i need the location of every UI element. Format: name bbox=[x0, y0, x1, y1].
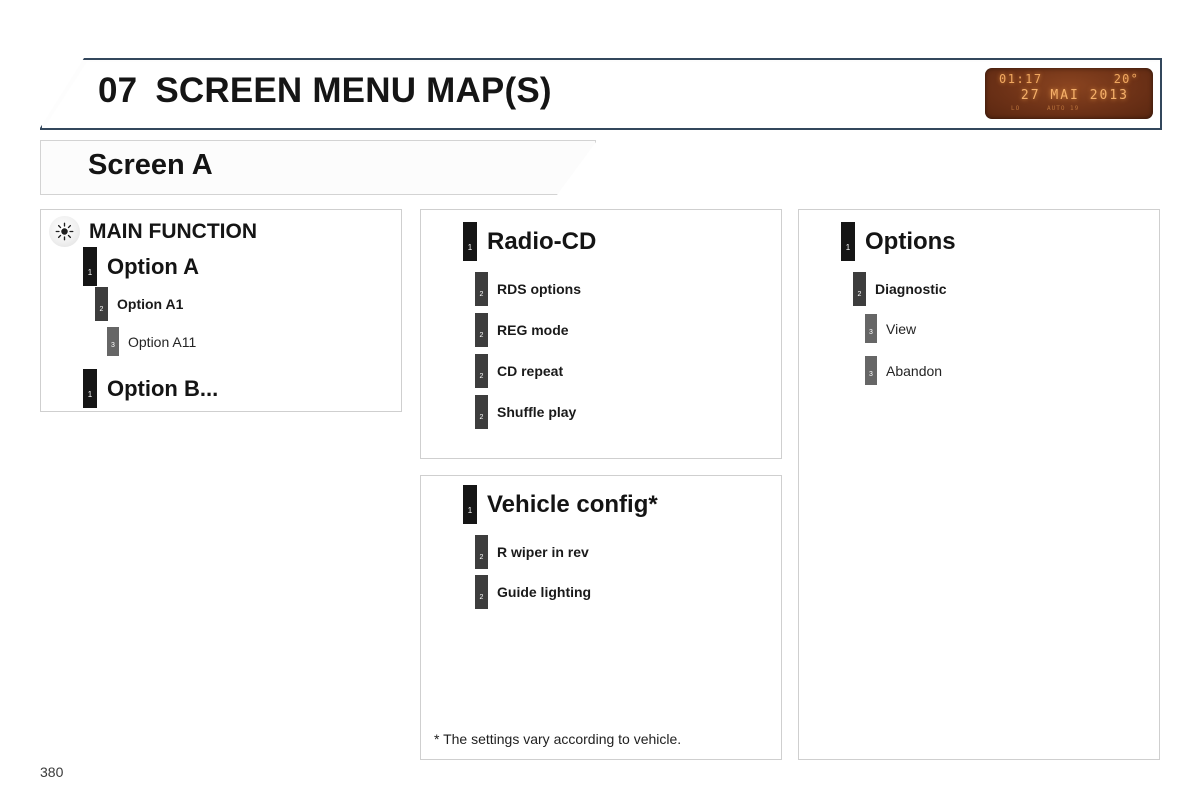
tree-row-label: REG mode bbox=[497, 322, 569, 338]
tree-row-level-3[interactable]: 3 Option A11 bbox=[107, 327, 196, 356]
tree-row-level-1[interactable]: 1 Vehicle config* bbox=[463, 485, 658, 524]
vehicle-config-footnote: * The settings vary according to vehicle… bbox=[434, 731, 682, 747]
lcd-clock: 01:17 bbox=[999, 72, 1043, 86]
lcd-temperature: 20° bbox=[1113, 72, 1139, 86]
level-marker-2: 2 bbox=[475, 575, 488, 609]
level-marker-2: 2 bbox=[475, 313, 488, 347]
tree-row-label: Option A11 bbox=[128, 333, 197, 350]
main-function-title: MAIN FUNCTION bbox=[89, 219, 257, 243]
level-marker-2: 2 bbox=[95, 287, 108, 321]
tree-row-level-1[interactable]: 1 Options bbox=[841, 222, 956, 261]
level-marker-3: 3 bbox=[865, 314, 877, 343]
tree-row-level-2[interactable]: 2 Option A1 bbox=[95, 287, 183, 321]
level-marker-2: 2 bbox=[475, 535, 488, 569]
page-title: 07 SCREEN MENU MAP(S) bbox=[98, 71, 552, 111]
tree-row-level-2[interactable]: 2 CD repeat bbox=[475, 354, 563, 388]
level-marker-3: 3 bbox=[107, 327, 119, 356]
tree-row-level-1[interactable]: 1 Option B... bbox=[83, 369, 218, 408]
lcd-date: 27 MAI 2013 bbox=[1020, 88, 1129, 103]
level-marker-2: 2 bbox=[475, 354, 488, 388]
tree-row-level-1[interactable]: 1 Radio-CD bbox=[463, 222, 596, 261]
panel-radio-cd: 1 Radio-CD 2 RDS options 2 REG mode 2 CD repeat… bbox=[420, 209, 782, 459]
screen-section-label: Screen A bbox=[88, 149, 213, 181]
tree-row-level-2[interactable]: 2 Diagnostic bbox=[853, 272, 947, 306]
level-marker-1: 1 bbox=[463, 485, 477, 524]
tree-row-level-3[interactable]: 3 Abandon bbox=[865, 356, 942, 385]
level-marker-1: 1 bbox=[83, 369, 97, 408]
tree-row-level-2[interactable]: 2 REG mode bbox=[475, 313, 569, 347]
tree-row-level-2[interactable]: 2 RDS options bbox=[475, 272, 581, 306]
page-number: 380 bbox=[40, 764, 64, 780]
tree-row-label: View bbox=[886, 320, 917, 337]
chapter-number: 07 bbox=[98, 71, 138, 110]
level-marker-2: 2 bbox=[475, 395, 488, 429]
tree-row-label: Options bbox=[865, 227, 956, 255]
level-marker-2: 2 bbox=[475, 272, 488, 306]
tree-row-level-3[interactable]: 3 View bbox=[865, 314, 916, 343]
tree-row-label: Option A1 bbox=[117, 296, 184, 312]
chapter-title-text: SCREEN MENU MAP(S) bbox=[155, 71, 552, 110]
brightness-sun-icon bbox=[49, 216, 80, 247]
tree-row-level-2[interactable]: 2 Shuffle play bbox=[475, 395, 576, 429]
lcd-top-row: 01:17 20° bbox=[985, 72, 1153, 87]
tree-row-label: Diagnostic bbox=[875, 281, 947, 297]
level-marker-2: 2 bbox=[853, 272, 866, 306]
tree-row-label: R wiper in rev bbox=[497, 544, 589, 560]
tree-row-label: CD repeat bbox=[497, 363, 564, 379]
tree-row-label: Option B... bbox=[107, 375, 219, 401]
lcd-sub-right: AUTO 19 bbox=[1047, 105, 1080, 112]
tree-row-level-1[interactable]: 1 Option A bbox=[83, 247, 199, 286]
level-marker-1: 1 bbox=[83, 247, 97, 286]
tree-row-level-2[interactable]: 2 Guide lighting bbox=[475, 575, 591, 609]
panel-vehicle-config: 1 Vehicle config* 2 R wiper in rev 2 Guide li… bbox=[420, 475, 782, 760]
level-marker-1: 1 bbox=[841, 222, 855, 261]
tree-row-label: Shuffle play bbox=[497, 404, 577, 420]
tree-row-label: Option A bbox=[107, 253, 200, 279]
main-function-header: MAIN FUNCTION bbox=[49, 216, 257, 247]
tree-row-label: Radio-CD bbox=[487, 227, 597, 255]
vehicle-lcd-display: 01:17 20° 27 MAI 2013 LO AUTO 19 bbox=[985, 68, 1153, 119]
tree-row-level-2[interactable]: 2 R wiper in rev bbox=[475, 535, 589, 569]
tree-row-label: Vehicle config* bbox=[487, 490, 658, 518]
tree-row-label: Guide lighting bbox=[497, 584, 592, 600]
panel-options: 1 Options 2 Diagnostic 3 View 3 Abandon bbox=[798, 209, 1160, 760]
level-marker-3: 3 bbox=[865, 356, 877, 385]
panel-main-function: MAIN FUNCTION 1 Option A 2 Option A1 3 Option… bbox=[40, 209, 402, 412]
tree-row-label: RDS options bbox=[497, 281, 581, 297]
level-marker-1: 1 bbox=[463, 222, 477, 261]
lcd-sub-left: LO bbox=[1011, 105, 1021, 112]
tree-row-label: Abandon bbox=[886, 362, 943, 379]
